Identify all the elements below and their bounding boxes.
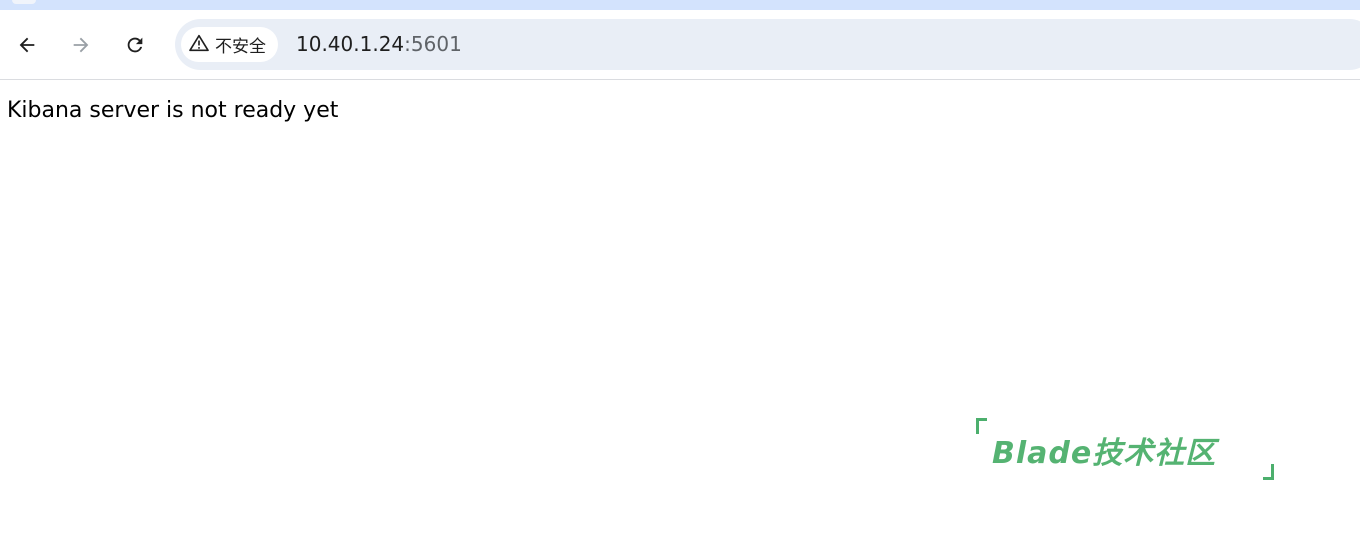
watermark: Blade技术社区	[976, 418, 1274, 482]
watermark-text: Blade技术社区	[992, 436, 1217, 471]
forward-button[interactable]	[65, 29, 97, 61]
url-port: :5601	[404, 32, 462, 56]
status-message: Kibana server is not ready yet	[7, 98, 339, 123]
warning-triangle-icon	[189, 34, 209, 56]
security-label: 不安全	[215, 37, 266, 57]
bracket-close-icon	[1263, 464, 1274, 480]
browser-toolbar: 不安全 10.40.1.24:5601	[0, 10, 1360, 80]
url-host: 10.40.1.24	[296, 32, 405, 56]
arrow-left-icon	[16, 34, 38, 56]
tab-edge[interactable]	[12, 0, 36, 4]
tab-strip	[0, 0, 1360, 10]
address-bar[interactable]: 不安全 10.40.1.24:5601	[175, 19, 1360, 70]
arrow-right-icon	[70, 34, 92, 56]
reload-icon	[124, 34, 146, 56]
url-text[interactable]: 10.40.1.24:5601	[296, 19, 462, 70]
reload-button[interactable]	[119, 29, 151, 61]
page-content: Kibana server is not ready yet Blade技术社区	[0, 80, 1360, 541]
bracket-open-icon	[976, 418, 987, 434]
security-chip[interactable]: 不安全	[181, 27, 278, 62]
back-button[interactable]	[11, 29, 43, 61]
